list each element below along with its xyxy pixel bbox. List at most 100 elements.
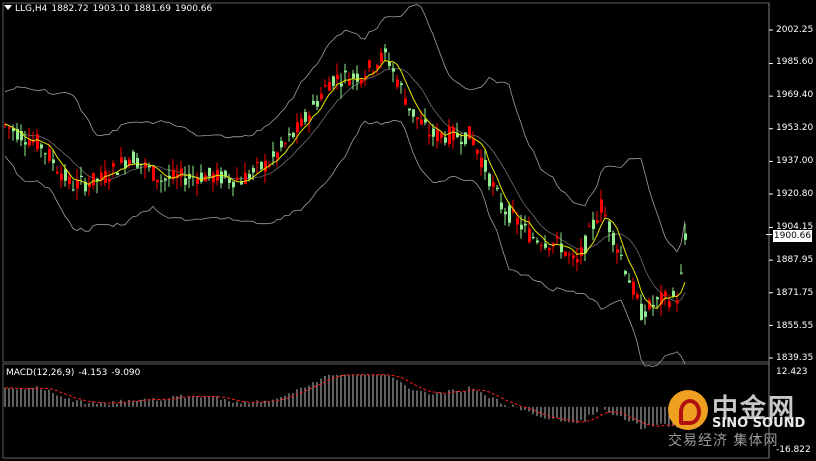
close-value: 1900.66 xyxy=(175,4,213,14)
candle-body xyxy=(592,219,595,230)
candle-body xyxy=(316,101,319,107)
price-label-3: 1953.20 xyxy=(776,123,814,133)
chart-frame xyxy=(2,2,770,459)
candle-body xyxy=(352,73,355,79)
candle-body xyxy=(444,137,447,143)
candle-body xyxy=(412,109,415,117)
macd-main-value: -4.153 xyxy=(78,368,108,378)
candle-body xyxy=(44,153,47,155)
price-label-2: 1969.40 xyxy=(776,90,814,100)
open-value: 1882.72 xyxy=(51,4,89,14)
candle-body xyxy=(672,291,675,297)
macd-header: MACD(12,26,9) -4.153 -9.090 xyxy=(6,368,144,378)
candle-body xyxy=(540,245,543,247)
symbol-dropdown-icon[interactable] xyxy=(4,5,12,10)
candle-body xyxy=(500,202,503,210)
candle-body xyxy=(292,132,295,137)
candle-body xyxy=(676,300,679,304)
chart-header: LLG,H4 1882.72 1903.10 1881.69 1900.66 xyxy=(4,4,216,14)
candle-body xyxy=(128,159,131,165)
candle-body xyxy=(524,223,527,226)
candle-body xyxy=(196,178,199,185)
candle-body xyxy=(492,182,495,187)
candle-body xyxy=(616,249,619,253)
candle-body xyxy=(328,82,331,91)
candle-body xyxy=(664,291,667,297)
candle-body xyxy=(576,259,579,263)
candle-body xyxy=(280,140,283,148)
brand-logo-icon xyxy=(668,390,708,430)
candle-body xyxy=(640,303,643,320)
candle-body xyxy=(264,160,267,172)
candle-body xyxy=(400,83,403,85)
candle-body xyxy=(116,172,119,175)
macd-title: MACD(12,26,9) xyxy=(6,368,75,378)
candle-body xyxy=(260,161,263,170)
price-label-7: 1887.95 xyxy=(776,255,814,265)
candle-body xyxy=(556,236,559,239)
current-price-tag: 1900.66 xyxy=(773,230,812,242)
candle-body xyxy=(108,179,111,182)
candle-body xyxy=(272,151,275,157)
candle-body xyxy=(572,255,575,259)
candle-body xyxy=(156,179,159,182)
candle-body xyxy=(284,143,287,145)
moving-average-line xyxy=(4,59,686,310)
brand-slogan: 交易经济 集体网 xyxy=(668,433,779,449)
candle-body xyxy=(228,178,231,183)
candle-body xyxy=(548,248,551,250)
candle-body xyxy=(80,175,83,177)
candle-body xyxy=(596,220,599,223)
candle-body xyxy=(408,108,411,111)
candle-body xyxy=(632,281,635,295)
candle-body xyxy=(208,167,211,177)
candle-body xyxy=(612,232,615,245)
price-axis-ticks xyxy=(769,29,773,359)
candle-body xyxy=(356,73,359,82)
candle-body xyxy=(344,70,347,73)
brand-name-en: SINO SOUND xyxy=(712,416,806,431)
candle-body xyxy=(232,181,235,188)
candle-body xyxy=(388,62,391,66)
candle-body xyxy=(528,228,531,243)
candle-body xyxy=(36,134,39,150)
candle-body xyxy=(304,111,307,122)
candle-body xyxy=(624,271,627,275)
candle-body xyxy=(680,272,683,274)
bollinger-bands xyxy=(4,4,686,367)
candle-body xyxy=(476,149,479,154)
bollinger-upper-line xyxy=(4,4,686,253)
price-label-0: 2002.25 xyxy=(776,25,814,35)
candle-body xyxy=(60,173,63,181)
candle-body xyxy=(656,297,659,300)
low-value: 1881.69 xyxy=(133,4,172,14)
bollinger-lower-line xyxy=(4,120,686,367)
candle-body xyxy=(180,168,183,177)
bollinger-middle-line xyxy=(4,68,686,303)
candle-body xyxy=(460,141,463,145)
candle-body xyxy=(148,165,151,168)
candle-body xyxy=(184,178,187,185)
candle-body xyxy=(516,218,519,225)
symbol-label: LLG,H4 xyxy=(15,4,48,14)
candle-body xyxy=(40,144,43,149)
candle-body xyxy=(472,138,475,145)
candle-body xyxy=(144,162,147,168)
candle-body xyxy=(580,247,583,256)
candle-body xyxy=(420,119,423,125)
price-label-4: 1937.00 xyxy=(776,156,814,166)
candle-body xyxy=(544,243,547,248)
candle-body xyxy=(360,79,363,84)
candle-body xyxy=(112,163,115,167)
candle-body xyxy=(428,134,431,137)
candle-body xyxy=(64,169,67,181)
candle-body xyxy=(300,118,303,127)
candle-body xyxy=(636,294,639,299)
candle-body xyxy=(252,168,255,173)
candle-body xyxy=(24,142,27,145)
candle-body xyxy=(136,157,139,168)
candle-body xyxy=(416,117,419,120)
candle-body xyxy=(392,68,395,72)
candle-body xyxy=(568,253,571,255)
candle-body xyxy=(212,173,215,183)
